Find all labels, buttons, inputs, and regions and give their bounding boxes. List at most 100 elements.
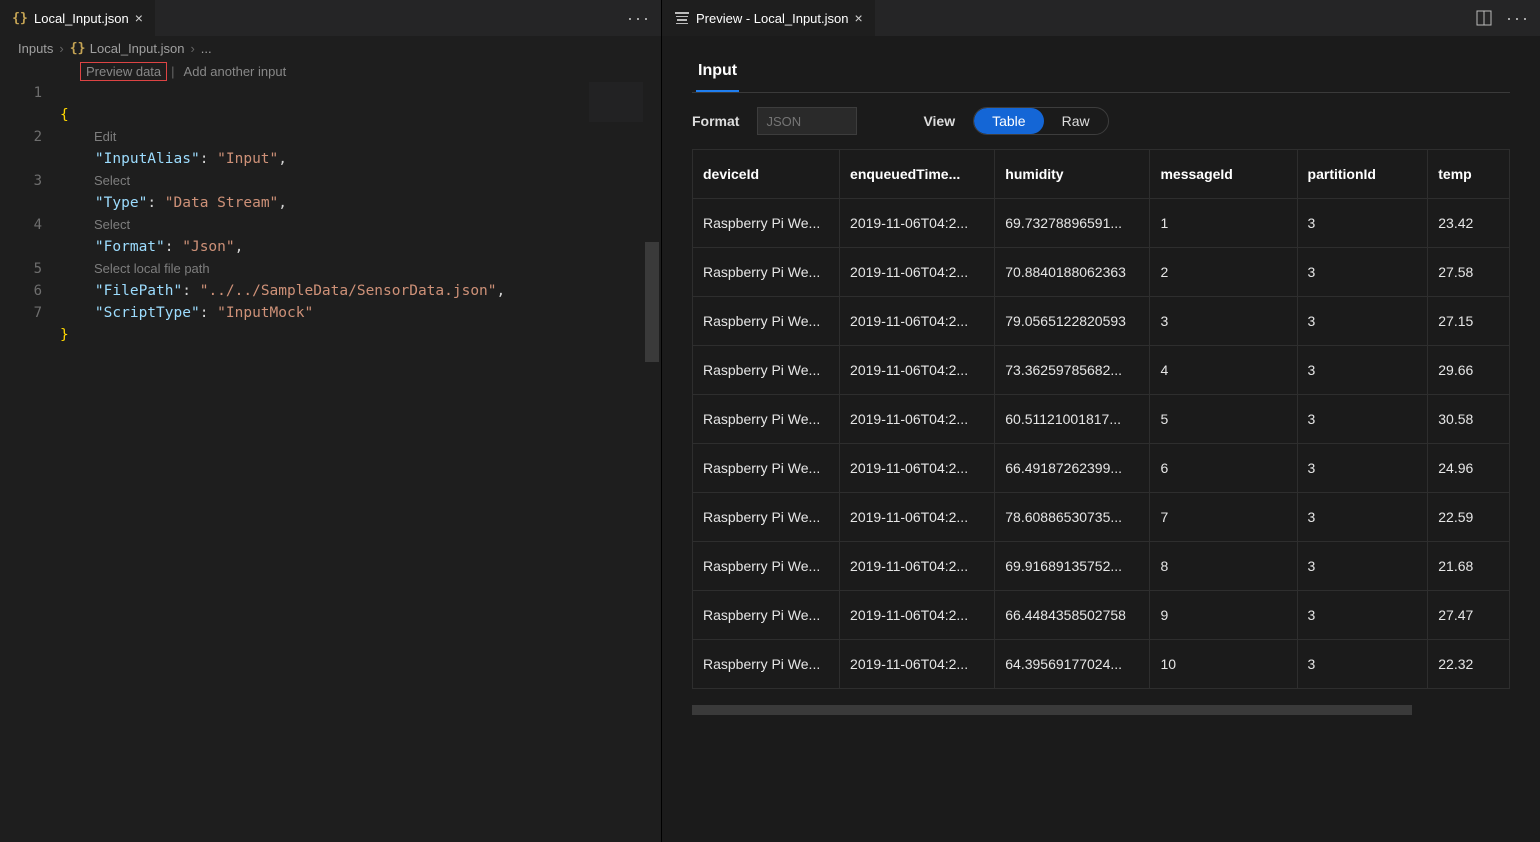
table-cell: 9 [1150,591,1297,640]
codelens-preview-data[interactable]: Preview data [80,62,167,81]
breadcrumb-file[interactable]: Local_Input.json [90,41,185,56]
table-cell: 3 [1297,346,1428,395]
table-cell: 2019-11-06T04:2... [840,199,995,248]
breadcrumb-root[interactable]: Inputs [18,41,53,56]
table-row[interactable]: Raspberry Pi We...2019-11-06T04:2...69.7… [693,199,1510,248]
code-editor[interactable]: 1 2 3 4 567 { Edit "InputAlias": "Input"… [0,82,661,842]
table-cell: 66.49187262399... [995,444,1150,493]
table-cell: 7 [1150,493,1297,542]
table-cell: 2019-11-06T04:2... [840,248,995,297]
col-header[interactable]: humidity [995,150,1150,199]
view-label: View [923,113,955,129]
toggle-raw[interactable]: Raw [1044,108,1108,134]
format-input[interactable] [757,107,857,135]
split-editor-icon[interactable] [1476,10,1492,26]
table-cell: 27.47 [1428,591,1510,640]
codelens-hint[interactable]: Edit [60,129,116,144]
table-row[interactable]: Raspberry Pi We...2019-11-06T04:2...78.6… [693,493,1510,542]
codelens-hint[interactable]: Select [60,217,130,232]
table-cell: Raspberry Pi We... [693,248,840,297]
table-cell: 5 [1150,395,1297,444]
codelens-row: Preview data | Add another input [0,60,661,82]
table-cell: 70.8840188062363 [995,248,1150,297]
table-cell: 2019-11-06T04:2... [840,444,995,493]
table-cell: 1 [1150,199,1297,248]
table-row[interactable]: Raspberry Pi We...2019-11-06T04:2...70.8… [693,248,1510,297]
table-cell: Raspberry Pi We... [693,395,840,444]
table-cell: Raspberry Pi We... [693,199,840,248]
table-row[interactable]: Raspberry Pi We...2019-11-06T04:2...66.4… [693,591,1510,640]
table-cell: 2 [1150,248,1297,297]
preview-icon [674,10,690,26]
table-cell: Raspberry Pi We... [693,493,840,542]
preview-tab[interactable]: Preview - Local_Input.json × [662,0,875,36]
codelens-hint[interactable]: Select local file path [60,261,210,276]
scrollbar-thumb[interactable] [645,242,659,362]
codelens-hint[interactable]: Select [60,173,130,188]
more-actions-icon[interactable]: ··· [627,8,651,29]
vertical-scrollbar[interactable] [645,82,659,842]
data-table: deviceId enqueuedTime... humidity messag… [692,149,1510,689]
editor-tab-title: Local_Input.json [34,11,129,26]
toggle-table[interactable]: Table [974,108,1043,134]
table-cell: 6 [1150,444,1297,493]
col-header[interactable]: enqueuedTime... [840,150,995,199]
table-cell: 66.4484358502758 [995,591,1150,640]
editor-tabbar: {} Local_Input.json × ··· [0,0,661,36]
scrollbar-thumb[interactable] [692,705,1412,715]
table-body: Raspberry Pi We...2019-11-06T04:2...69.7… [693,199,1510,689]
close-icon[interactable]: × [135,10,143,26]
chevron-right-icon: › [59,41,63,56]
table-cell: 3 [1297,199,1428,248]
subtab-input[interactable]: Input [696,56,739,92]
json-file-icon: {} [70,41,84,55]
table-cell: 4 [1150,346,1297,395]
table-cell: 3 [1297,444,1428,493]
breadcrumb[interactable]: Inputs › {} Local_Input.json › ... [0,36,661,60]
editor-pane: {} Local_Input.json × ··· Inputs › {} Lo… [0,0,662,842]
table-row[interactable]: Raspberry Pi We...2019-11-06T04:2...79.0… [693,297,1510,346]
table-cell: 3 [1297,591,1428,640]
table-cell: 8 [1150,542,1297,591]
codelens-add-input[interactable]: Add another input [179,63,292,80]
table-row[interactable]: Raspberry Pi We...2019-11-06T04:2...69.9… [693,542,1510,591]
table-cell: 2019-11-06T04:2... [840,591,995,640]
table-cell: 64.39569177024... [995,640,1150,689]
col-header[interactable]: messageId [1150,150,1297,199]
table-row[interactable]: Raspberry Pi We...2019-11-06T04:2...64.3… [693,640,1510,689]
editor-tab[interactable]: {} Local_Input.json × [0,0,155,36]
table-cell: 29.66 [1428,346,1510,395]
table-cell: 3 [1297,248,1428,297]
table-row[interactable]: Raspberry Pi We...2019-11-06T04:2...60.5… [693,395,1510,444]
table-cell: 3 [1297,297,1428,346]
breadcrumb-tail[interactable]: ... [201,41,212,56]
format-label: Format [692,113,739,129]
table-cell: 2019-11-06T04:2... [840,297,995,346]
table-cell: 23.42 [1428,199,1510,248]
minimap[interactable] [589,82,643,122]
table-cell: 3 [1150,297,1297,346]
table-row[interactable]: Raspberry Pi We...2019-11-06T04:2...66.4… [693,444,1510,493]
table-cell: 3 [1297,542,1428,591]
col-header[interactable]: partitionId [1297,150,1428,199]
chevron-right-icon: › [190,41,194,56]
close-icon[interactable]: × [854,10,862,26]
horizontal-scrollbar[interactable] [692,705,1510,715]
col-header[interactable]: temp [1428,150,1510,199]
table-cell: Raspberry Pi We... [693,297,840,346]
table-cell: 79.0565122820593 [995,297,1150,346]
table-cell: 22.59 [1428,493,1510,542]
line-gutter: 1 2 3 4 567 [0,82,60,842]
table-cell: 2019-11-06T04:2... [840,395,995,444]
preview-subtabs: Input [692,56,1510,93]
separator: | [169,64,176,79]
col-header[interactable]: deviceId [693,150,840,199]
more-actions-icon[interactable]: ··· [1506,8,1530,29]
table-cell: 10 [1150,640,1297,689]
code-content[interactable]: { Edit "InputAlias": "Input", Select "Ty… [60,82,661,842]
table-cell: 27.58 [1428,248,1510,297]
table-row[interactable]: Raspberry Pi We...2019-11-06T04:2...73.3… [693,346,1510,395]
table-cell: Raspberry Pi We... [693,591,840,640]
table-cell: 3 [1297,640,1428,689]
preview-tab-title: Preview - Local_Input.json [696,11,848,26]
